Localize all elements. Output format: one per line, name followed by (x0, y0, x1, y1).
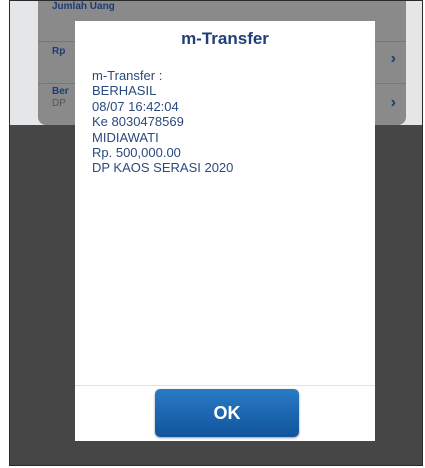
message-line: m-Transfer : (92, 68, 163, 83)
background-header-partial: Jumlah Uang (52, 1, 115, 12)
background-row-description-sub: DP (52, 98, 66, 109)
dialog-message: m-Transfer : BERHASIL 08/07 16:42:04 Ke … (92, 68, 233, 176)
dialog-title: m-Transfer (181, 29, 269, 48)
app-screen: Jumlah Uang Rp › Ber DP › m-Transfer m-T… (9, 0, 423, 466)
message-line: MIDIAWATI (92, 129, 159, 145)
message-line: 08/07 16:42:04 (92, 98, 179, 114)
background-row-amount-label: Rp (52, 46, 66, 57)
transfer-result-dialog: m-Transfer m-Transfer : BERHASIL 08/07 1… (75, 21, 375, 441)
chevron-right-icon: › (390, 94, 396, 111)
message-line: BERHASIL (92, 83, 157, 99)
message-line: DP KAOS SERASI 2020 (92, 160, 234, 176)
ok-button[interactable]: OK (155, 389, 299, 437)
message-line: Rp. 500,000.00 (92, 145, 181, 161)
chevron-right-icon: › (390, 50, 396, 67)
dialog-divider (75, 385, 375, 386)
message-line: Ke 8030478569 (92, 114, 184, 130)
background-row-description-label: Ber (52, 86, 69, 97)
